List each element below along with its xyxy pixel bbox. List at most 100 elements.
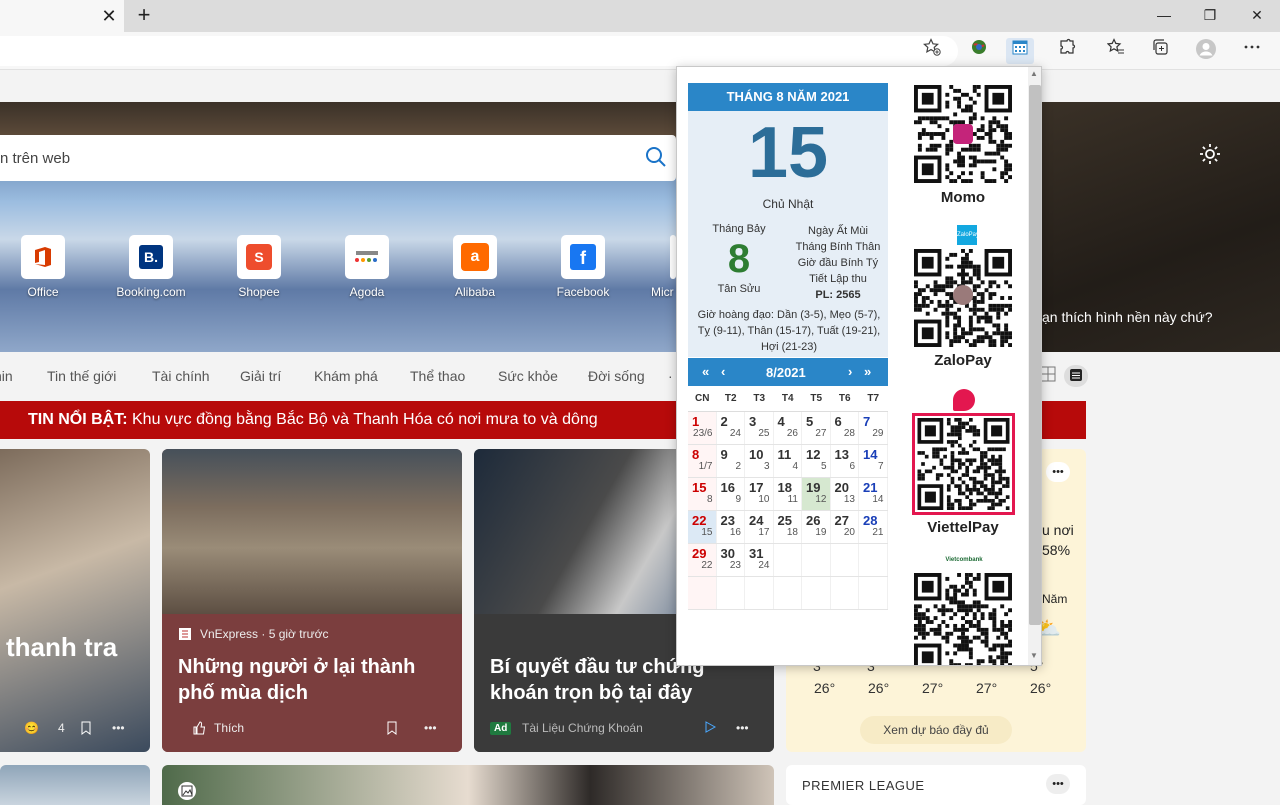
- calendar-day-cell[interactable]: 13 6: [831, 445, 859, 477]
- calendar-day-cell[interactable]: 1 23/6: [688, 412, 717, 444]
- calendar-day-cell[interactable]: 24 17: [745, 511, 774, 543]
- ad-info-play-icon[interactable]: [704, 721, 717, 736]
- news-card[interactable]: VnExpress · 5 giờ trước Những người ở lạ…: [162, 449, 462, 752]
- category-tab[interactable]: Giải trí: [240, 368, 281, 384]
- list-layout-icon[interactable]: [1064, 365, 1088, 387]
- next-year-button[interactable]: »: [864, 364, 871, 379]
- card-title: Những người ở lại thành phố mùa dịch: [178, 656, 416, 704]
- calendar-day-cell[interactable]: 4 26: [774, 412, 802, 444]
- calendar-day-cell[interactable]: 27 20: [831, 511, 859, 543]
- quick-link-agoda[interactable]: Agoda: [317, 235, 417, 305]
- calendar-day-cell[interactable]: 12 5: [802, 445, 831, 477]
- news-card-image[interactable]: [0, 765, 150, 805]
- scroll-down-arrow-icon[interactable]: ▼: [1030, 651, 1038, 660]
- quick-link-alibaba[interactable]: a Alibaba: [425, 235, 525, 305]
- solar-date: 28: [863, 513, 878, 528]
- next-month-button[interactable]: ›: [848, 364, 852, 379]
- calendar-day-cell[interactable]: 30 23: [717, 544, 745, 576]
- calendar-day-cell[interactable]: 22 15: [688, 511, 717, 543]
- more-options-icon[interactable]: •••: [424, 721, 437, 735]
- favorites-icon[interactable]: [1102, 38, 1130, 64]
- calendar-day-cell[interactable]: 16 9: [717, 478, 745, 510]
- news-card[interactable]: thanh tra 😊 4 •••: [0, 449, 150, 752]
- category-tab[interactable]: Khám phá: [314, 368, 378, 384]
- vietcombank-qr-code: [914, 573, 1012, 665]
- calendar-day-cell[interactable]: 10 3: [745, 445, 774, 477]
- lunar-date: 24: [729, 428, 741, 439]
- grid-layout-icon[interactable]: [1040, 366, 1060, 386]
- more-menu-icon[interactable]: [1238, 38, 1266, 64]
- full-forecast-button[interactable]: Xem dự báo đầy đủ: [860, 716, 1012, 744]
- calendar-day-cell[interactable]: 15 8: [688, 478, 717, 510]
- minimize-button[interactable]: —: [1152, 4, 1176, 26]
- calendar-day-cell[interactable]: 3 25: [745, 412, 774, 444]
- more-options-icon[interactable]: •••: [112, 721, 125, 735]
- quick-link-office[interactable]: Office: [0, 235, 93, 305]
- category-tab[interactable]: Tin thế giới: [47, 368, 116, 384]
- quick-link-booking[interactable]: B. Booking.com: [101, 235, 201, 305]
- calendar-day-cell[interactable]: 21 14: [859, 478, 888, 510]
- profile-avatar-icon[interactable]: [1192, 38, 1220, 64]
- bookmark-icon[interactable]: [386, 721, 398, 738]
- solar-date: 26: [806, 513, 821, 528]
- page-settings-gear-icon[interactable]: [1198, 142, 1222, 172]
- like-label[interactable]: Thích: [214, 721, 244, 735]
- calendar-day-cell[interactable]: 17 10: [745, 478, 774, 510]
- calendar-extension-popup[interactable]: THÁNG 8 NĂM 2021 15 Chủ Nhật Tháng Bảy 8…: [676, 66, 1042, 666]
- solar-date: 5: [806, 414, 814, 429]
- quick-link-microsoft[interactable]: Micr: [641, 235, 676, 305]
- extensions-puzzle-icon[interactable]: [1053, 38, 1081, 64]
- calendar-day-cell: [774, 544, 802, 576]
- calendar-day-cell[interactable]: 29 22: [688, 544, 717, 576]
- calendar-day-cell[interactable]: 92: [717, 445, 745, 477]
- search-icon[interactable]: [645, 146, 667, 168]
- category-tab[interactable]: hin: [0, 368, 13, 384]
- close-window-button[interactable]: ✕: [1245, 4, 1269, 26]
- collections-icon[interactable]: [1146, 38, 1174, 64]
- category-tab[interactable]: Thể thao: [410, 368, 465, 384]
- calendar-day-cell[interactable]: 19 12: [802, 478, 831, 510]
- calendar-day-cell[interactable]: 2 24: [717, 412, 745, 444]
- calendar-day-cell[interactable]: 5 27: [802, 412, 831, 444]
- category-tab[interactable]: Tài chính: [152, 368, 210, 384]
- premier-league-more-icon[interactable]: •••: [1046, 774, 1070, 794]
- calendar-day-cell[interactable]: 8 1/7: [688, 445, 717, 477]
- more-options-icon[interactable]: •••: [736, 721, 749, 735]
- scroll-up-arrow-icon[interactable]: ▲: [1030, 69, 1038, 78]
- category-tab[interactable]: Sức khỏe: [498, 368, 558, 384]
- calendar-day-cell[interactable]: 11 4: [774, 445, 802, 477]
- calendar-day-cell[interactable]: 6 28: [831, 412, 859, 444]
- calendar-day-cell[interactable]: 31 24: [745, 544, 774, 576]
- new-tab-button[interactable]: +: [133, 4, 155, 26]
- quick-link-shopee[interactable]: S Shopee: [209, 235, 309, 305]
- web-search-box[interactable]: [0, 135, 676, 181]
- quick-link-facebook[interactable]: f Facebook: [533, 235, 633, 305]
- calendar-day-cell[interactable]: 25 18: [774, 511, 802, 543]
- calendar-day-cell[interactable]: 14 7: [859, 445, 888, 477]
- calendar-day-cell[interactable]: 20 13: [831, 478, 859, 510]
- globe-extension-icon[interactable]: [965, 38, 993, 64]
- category-more[interactable]: ·: [668, 368, 673, 384]
- lunar-date: 1/7: [698, 461, 713, 472]
- tab-close-icon[interactable]: ✕: [100, 6, 118, 26]
- calendar-day-cell[interactable]: 26 19: [802, 511, 831, 543]
- calendar-day-cell[interactable]: 23 16: [717, 511, 745, 543]
- calendar-day-cell[interactable]: 28 21: [859, 511, 888, 543]
- prev-month-button[interactable]: ‹: [721, 364, 725, 379]
- background-feedback-text[interactable]: ạn thích hình nền này chứ?: [1042, 309, 1213, 325]
- prev-year-button[interactable]: «: [702, 364, 709, 379]
- restore-button[interactable]: ❐: [1198, 4, 1222, 26]
- calendar-extension-icon[interactable]: [1006, 38, 1034, 64]
- lunar-date: 7: [877, 461, 884, 472]
- like-icon[interactable]: [192, 721, 206, 738]
- address-bar[interactable]: [0, 36, 958, 66]
- category-tab[interactable]: Đời sống: [588, 368, 645, 384]
- bookmark-icon[interactable]: [80, 721, 92, 738]
- calendar-day-cell[interactable]: 18 11: [774, 478, 802, 510]
- current-weekday: Chủ Nhật: [762, 197, 814, 211]
- add-favorite-icon[interactable]: [918, 38, 946, 64]
- weather-more-icon[interactable]: •••: [1046, 462, 1070, 482]
- news-card-image[interactable]: [162, 765, 774, 805]
- calendar-day-cell[interactable]: 7 29: [859, 412, 888, 444]
- popup-scrollbar-thumb[interactable]: [1029, 85, 1041, 625]
